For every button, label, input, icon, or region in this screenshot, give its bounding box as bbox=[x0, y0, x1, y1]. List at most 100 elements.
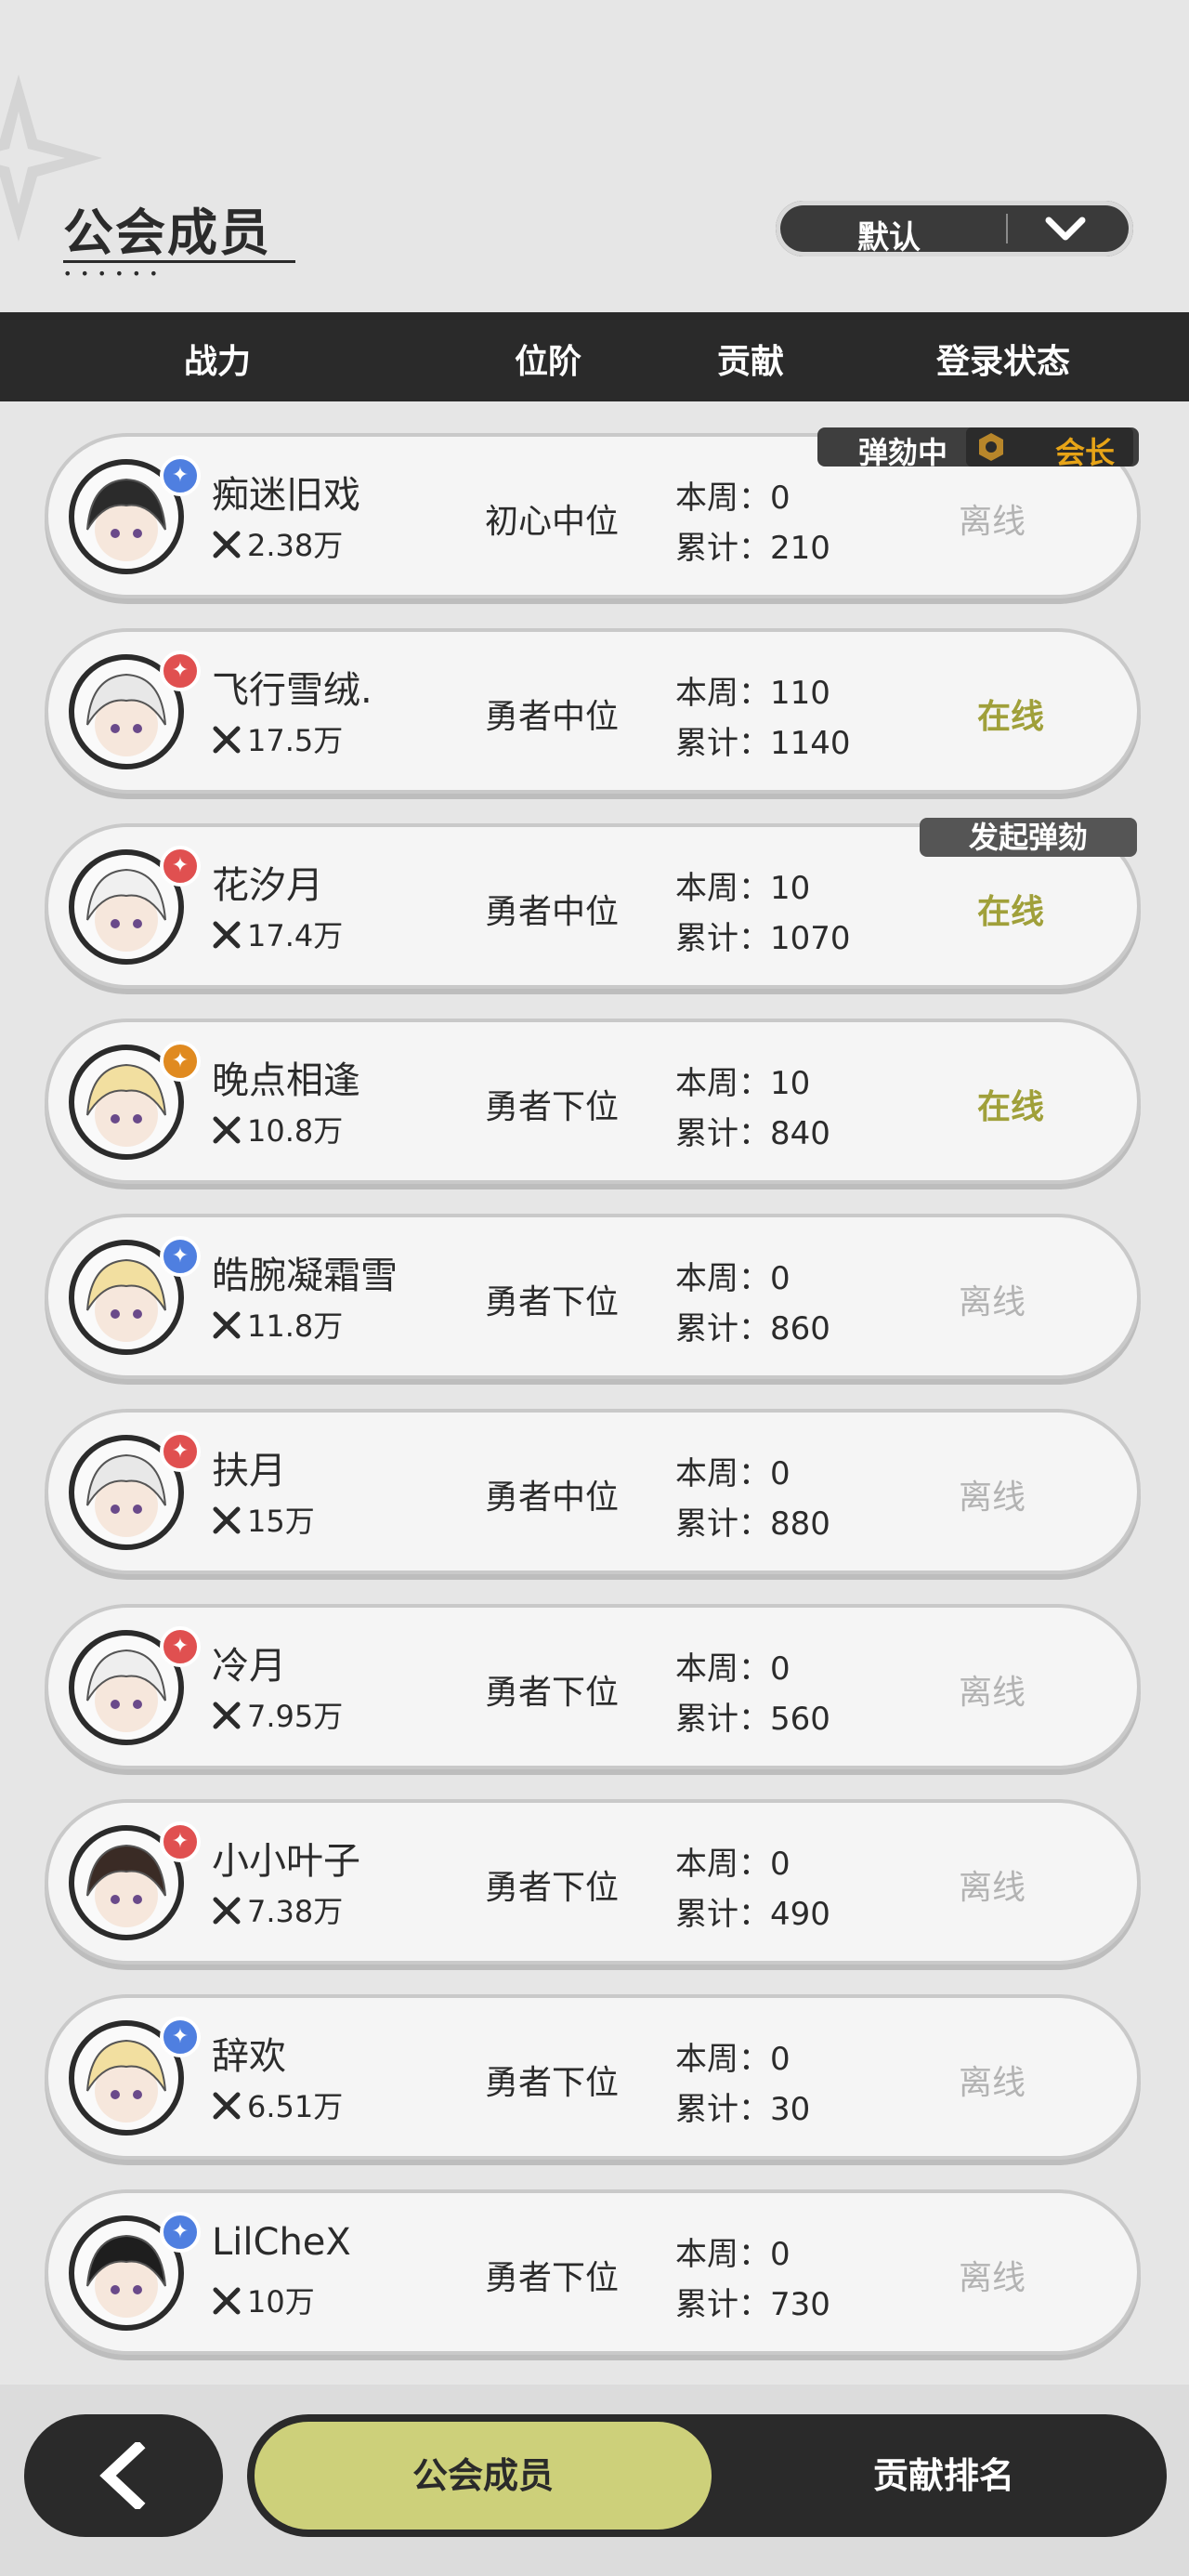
tab-bar: 公会成员 贡献排名 bbox=[247, 2414, 1167, 2537]
member-total-contribution: 累计：30 bbox=[675, 2091, 811, 2128]
member-total-contribution: 累计：1140 bbox=[675, 725, 851, 762]
crossed-swords-icon bbox=[213, 1702, 241, 1729]
member-total-contribution: 累计：560 bbox=[675, 1701, 830, 1738]
feather-icon: ✦ bbox=[160, 455, 201, 496]
leader-emblem-icon bbox=[979, 433, 1003, 461]
member-power-value: 7.38万 bbox=[247, 1894, 344, 1929]
column-login-status[interactable]: 登录状态 bbox=[936, 335, 1070, 383]
member-name: LilCheX bbox=[212, 2221, 351, 2264]
member-card[interactable]: ✦ LilCheX 10万 勇者下位 本周：0 累计：730 离线 bbox=[48, 2193, 1137, 2351]
column-position[interactable]: 位阶 bbox=[515, 335, 581, 383]
member-weekly-contribution: 本周：10 bbox=[675, 1065, 811, 1102]
member-weekly-contribution: 本周：0 bbox=[675, 2041, 790, 2078]
member-power: 15万 bbox=[212, 1498, 315, 1541]
member-weekly-contribution: 本周：0 bbox=[675, 1846, 790, 1883]
member-name: 花汐月 bbox=[212, 864, 323, 907]
crossed-swords-icon bbox=[213, 2287, 241, 2315]
column-header-bar: 战力 位阶 贡献 登录状态 bbox=[0, 312, 1189, 401]
member-weekly-contribution: 本周：0 bbox=[675, 1455, 790, 1492]
member-total-contribution: 累计：840 bbox=[675, 1115, 830, 1152]
shield-icon: ✦ bbox=[160, 846, 201, 887]
shield-icon: ✦ bbox=[160, 1431, 201, 1472]
member-position: 勇者中位 bbox=[485, 1479, 620, 1517]
back-button[interactable] bbox=[24, 2414, 223, 2537]
member-login-status: 离线 bbox=[959, 2064, 1026, 2102]
member-position: 初心中位 bbox=[485, 503, 620, 541]
crossed-swords-icon bbox=[213, 1897, 241, 1925]
sword-icon: ✦ bbox=[160, 1626, 201, 1667]
member-card[interactable]: ✦ 辞欢 6.51万 勇者下位 本周：0 累计：30 离线 bbox=[48, 1998, 1137, 2156]
crossed-swords-icon bbox=[213, 531, 241, 559]
sort-dropdown[interactable]: 默认 bbox=[776, 201, 1133, 256]
feather-icon: ✦ bbox=[160, 2017, 201, 2057]
crown-icon: ✦ bbox=[160, 1041, 201, 1082]
member-name: 飞行雪绒. bbox=[212, 669, 372, 712]
member-position: 勇者下位 bbox=[485, 2064, 620, 2102]
member-card[interactable]: ✦ 冷月 7.95万 勇者下位 本周：0 累计：560 离线 bbox=[48, 1608, 1137, 1766]
chevron-left-icon bbox=[99, 2442, 146, 2509]
member-power-value: 2.38万 bbox=[247, 528, 344, 563]
flower-icon: ✦ bbox=[160, 1236, 201, 1277]
tab-ranking[interactable]: 贡献排名 bbox=[730, 2422, 1157, 2530]
member-position: 勇者下位 bbox=[485, 1283, 620, 1321]
member-total-contribution: 累计：880 bbox=[675, 1505, 830, 1543]
member-power-value: 17.5万 bbox=[247, 723, 344, 758]
leader-label: 会长 bbox=[1055, 435, 1116, 470]
member-name: 扶月 bbox=[212, 1450, 286, 1492]
impeaching-badge: 弹劾中 会长 bbox=[817, 427, 1139, 470]
title-underline bbox=[63, 260, 295, 263]
member-login-status: 在线 bbox=[977, 893, 1045, 931]
leader-tag: 会长 bbox=[966, 427, 1133, 470]
member-power: 17.4万 bbox=[212, 913, 343, 955]
member-power-value: 17.4万 bbox=[247, 918, 344, 953]
column-contribution[interactable]: 贡献 bbox=[717, 335, 784, 383]
member-name: 辞欢 bbox=[212, 2035, 286, 2078]
member-card[interactable]: ✦ 小小叶子 7.38万 勇者下位 本周：0 累计：490 离线 bbox=[48, 1803, 1137, 1961]
feather-icon: ✦ bbox=[160, 2212, 201, 2253]
member-position: 勇者中位 bbox=[485, 698, 620, 736]
shield-icon: ✦ bbox=[160, 651, 201, 691]
start-impeach-button[interactable]: 发起弹劾 bbox=[920, 818, 1137, 857]
member-weekly-contribution: 本周：110 bbox=[675, 675, 830, 712]
crossed-swords-icon bbox=[213, 726, 241, 754]
member-position: 勇者下位 bbox=[485, 1869, 620, 1907]
member-position: 勇者下位 bbox=[485, 1088, 620, 1126]
member-position: 勇者下位 bbox=[485, 2259, 620, 2297]
member-total-contribution: 累计：490 bbox=[675, 1896, 830, 1933]
member-power-value: 10.8万 bbox=[247, 1113, 344, 1149]
member-login-status: 离线 bbox=[959, 1674, 1026, 1712]
member-login-status: 离线 bbox=[959, 2259, 1026, 2297]
member-power-value: 11.8万 bbox=[247, 1308, 344, 1344]
chevron-down-icon bbox=[1045, 217, 1086, 241]
page-title: 公会成员 bbox=[63, 204, 271, 262]
column-power[interactable]: 战力 bbox=[184, 335, 251, 383]
impeaching-label: 弹劾中 bbox=[858, 435, 948, 470]
member-card[interactable]: ✦ 晚点相逢 10.8万 勇者下位 本周：10 累计：840 在线 bbox=[48, 1022, 1137, 1180]
member-weekly-contribution: 本周：10 bbox=[675, 870, 811, 907]
member-login-status: 离线 bbox=[959, 1479, 1026, 1517]
member-total-contribution: 累计：1070 bbox=[675, 920, 851, 957]
crossed-swords-icon bbox=[213, 1311, 241, 1339]
crossed-swords-icon bbox=[213, 1116, 241, 1144]
member-total-contribution: 累计：210 bbox=[675, 530, 830, 567]
member-login-status: 在线 bbox=[977, 1088, 1045, 1126]
member-power-value: 15万 bbox=[247, 1504, 315, 1539]
member-login-status: 在线 bbox=[977, 698, 1045, 736]
sword-icon: ✦ bbox=[160, 1821, 201, 1862]
member-power: 11.8万 bbox=[212, 1303, 343, 1346]
sort-label: 默认 bbox=[857, 219, 921, 256]
member-power: 10.8万 bbox=[212, 1108, 343, 1150]
member-power: 7.38万 bbox=[212, 1888, 343, 1931]
member-power-value: 6.51万 bbox=[247, 2089, 344, 2124]
member-power-value: 10万 bbox=[247, 2284, 315, 2320]
member-card[interactable]: ✦ 飞行雪绒. 17.5万 勇者中位 本周：110 累计：1140 在线 bbox=[48, 632, 1137, 790]
title-dots: • • • • • • bbox=[63, 265, 161, 283]
sort-divider bbox=[1006, 214, 1008, 243]
crossed-swords-icon bbox=[213, 1506, 241, 1534]
member-card[interactable]: ✦ 扶月 15万 勇者中位 本周：0 累计：880 离线 bbox=[48, 1413, 1137, 1571]
crossed-swords-icon bbox=[213, 921, 241, 949]
tab-members[interactable]: 公会成员 bbox=[255, 2422, 712, 2530]
member-position: 勇者中位 bbox=[485, 893, 620, 931]
member-card[interactable]: ✦ 皓腕凝霜雪 11.8万 勇者下位 本周：0 累计：860 离线 bbox=[48, 1217, 1137, 1375]
member-power: 6.51万 bbox=[212, 2083, 343, 2126]
